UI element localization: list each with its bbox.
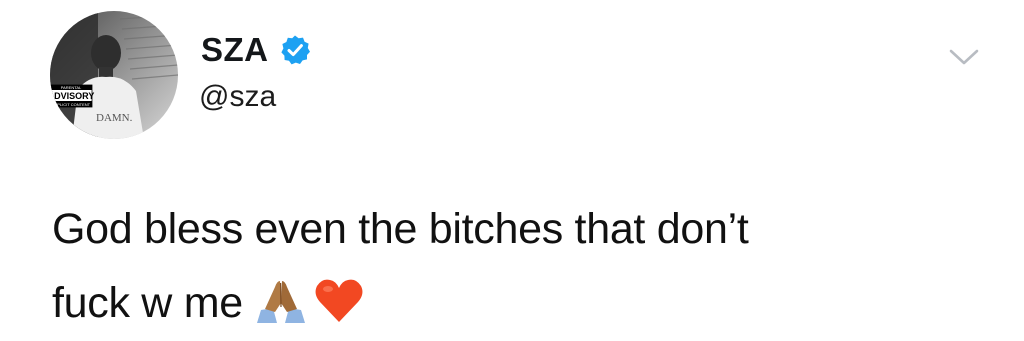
advisory-line-2: ADVISORY [50, 91, 94, 101]
author-handle[interactable]: @sza [199, 80, 276, 114]
emoji-row [253, 277, 365, 325]
advisory-line-1: PARENTAL [61, 85, 82, 90]
tweet-text-line-1: God bless even the bitches that don’t [52, 205, 749, 253]
advisory-line-3: EXPLICIT CONTENT [52, 102, 91, 107]
tweet-text-line-2: fuck w me [52, 279, 243, 327]
avatar-image: DAMN. PARENTAL ADVISORY EXPLICIT CONTENT [50, 11, 178, 139]
display-name[interactable]: SZA [201, 31, 269, 69]
chevron-down-icon[interactable] [946, 44, 982, 70]
verified-badge-icon [279, 34, 311, 66]
tweet-card: DAMN. PARENTAL ADVISORY EXPLICIT CONTENT… [0, 0, 1024, 341]
tweet-text-line-2-row: fuck w me [52, 266, 992, 340]
avatar-album-label: DAMN. [96, 112, 133, 124]
tweet-text: God bless even the bitches that don’t fu… [52, 192, 992, 340]
folded-hands-icon [253, 277, 309, 325]
author-name-row: SZA [201, 30, 311, 70]
avatar[interactable]: DAMN. PARENTAL ADVISORY EXPLICIT CONTENT [50, 11, 178, 139]
red-heart-icon [313, 277, 365, 325]
